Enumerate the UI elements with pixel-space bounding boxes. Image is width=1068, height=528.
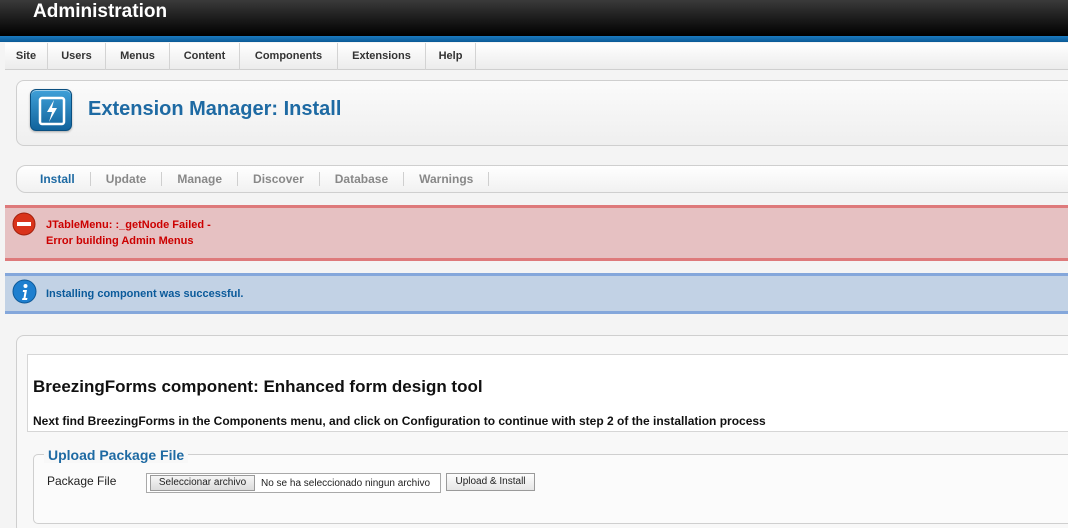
menu-item-components[interactable]: Components [240,43,338,70]
menu-item-extensions[interactable]: Extensions [338,43,426,70]
tab-database[interactable]: Database [320,172,405,186]
main-menu-bar: Site Users Menus Content Components Exte… [5,43,1068,70]
component-title: BreezingForms component: Enhanced form d… [33,377,483,396]
upload-install-button[interactable]: Upload & Install [446,473,535,491]
tab-update[interactable]: Update [91,172,163,186]
tab-install[interactable]: Install [25,172,91,186]
choose-file-button[interactable]: Seleccionar archivo [150,475,255,491]
file-status-text: No se ha seleccionado ningun archivo [261,478,430,489]
page-title: Extension Manager: Install [88,98,342,120]
menu-item-users[interactable]: Users [48,43,106,70]
tab-discover[interactable]: Discover [238,172,320,186]
upload-legend: Upload Package File [44,447,189,463]
submenu-tabs: Install Update Manage Discover Database … [16,165,1068,193]
menu-item-site[interactable]: Site [5,43,48,70]
menu-item-menus[interactable]: Menus [106,43,170,70]
extension-manager-icon [30,89,72,131]
error-line-2: Error building Admin Menus [46,235,194,247]
tab-warnings[interactable]: Warnings [404,172,490,186]
success-message-text: Installing component was successful. [46,288,244,300]
component-description: Next find BreezingForms in the Component… [33,414,766,428]
package-file-label: Package File [47,474,117,488]
admin-title: Administration [33,1,168,22]
menu-item-help[interactable]: Help [426,43,476,70]
error-line-1: JTableMenu: :_getNode Failed - [46,219,211,231]
tab-manage[interactable]: Manage [162,172,239,186]
error-message-box [5,205,1068,261]
menu-item-content[interactable]: Content [170,43,240,70]
error-icon [12,212,36,236]
info-icon [12,279,37,304]
header-stripe [0,36,1068,42]
